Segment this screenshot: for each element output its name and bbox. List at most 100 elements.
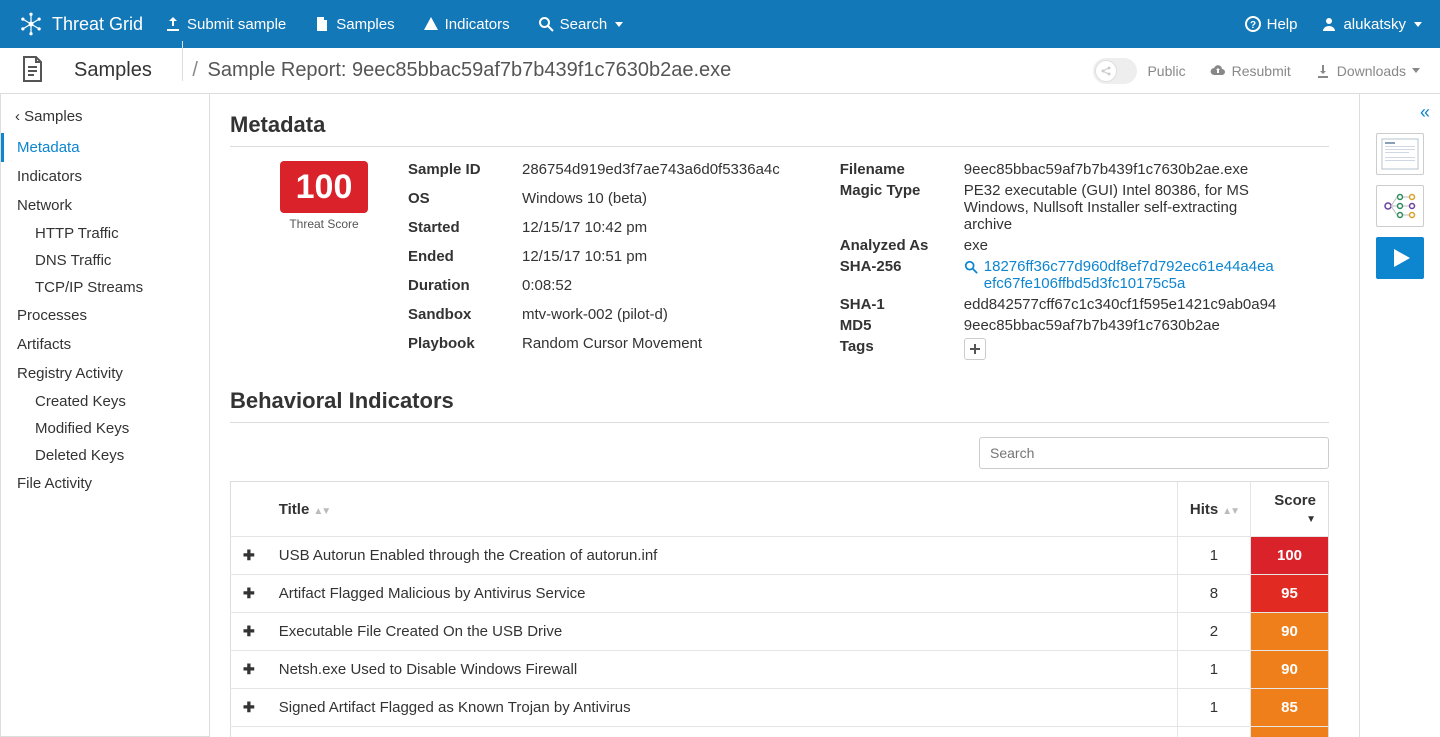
add-tag-button[interactable] — [964, 338, 986, 360]
row-hits: 1 — [1177, 689, 1250, 727]
metadata-col-right: Filename9eec85bbac59af7b7b439f1c7630b2ae… — [840, 161, 1280, 360]
share-icon — [1100, 65, 1112, 77]
thumb-procgraph[interactable] — [1376, 185, 1424, 227]
metadata-heading: Metadata — [230, 112, 1329, 138]
sidebar-sub-deleted[interactable]: Deleted Keys — [1, 442, 209, 469]
collapse-rail-button[interactable]: « — [1420, 102, 1430, 123]
col-score[interactable]: Score ▼ — [1251, 482, 1329, 537]
row-title: Artifact Flagged Malicious by Antivirus … — [267, 575, 1178, 613]
document-icon — [20, 55, 44, 86]
sidebar-item-label: Created Keys — [35, 393, 126, 410]
k-magic: Magic Type — [840, 182, 950, 233]
breadcrumb-path: Sample Report: 9eec85bbac59af7b7b439f1c7… — [208, 59, 732, 81]
row-title: A VBScript Invoked Run Method On Created… — [267, 727, 1178, 737]
k-tags: Tags — [840, 338, 950, 360]
row-score: 81 — [1251, 727, 1329, 737]
chevron-down-icon — [1414, 22, 1422, 27]
v-playbook: Random Cursor Movement — [522, 335, 780, 360]
table-row: ✚ Signed Artifact Flagged as Known Trojan… — [231, 689, 1329, 727]
row-hits: 1 — [1177, 727, 1250, 737]
expand-row-button[interactable]: ✚ — [243, 661, 255, 677]
downloads-button[interactable]: Downloads — [1315, 63, 1420, 79]
k-analyzed: Analyzed As — [840, 237, 950, 254]
k-md5: MD5 — [840, 317, 950, 334]
sidebar-sub-created[interactable]: Created Keys — [1, 388, 209, 415]
sort-icon: ▲▼ — [1222, 506, 1238, 517]
public-toggle[interactable] — [1093, 58, 1137, 84]
downloads-label: Downloads — [1337, 63, 1406, 79]
thumb-play[interactable] — [1376, 237, 1424, 279]
row-title: USB Autorun Enabled through the Creation… — [267, 537, 1178, 575]
breadcrumb-root[interactable]: Samples — [54, 41, 183, 81]
expand-row-button[interactable]: ✚ — [243, 623, 255, 639]
nav-help[interactable]: ? Help — [1245, 16, 1298, 33]
v-sha256[interactable]: 18276ff36c77d960df8ef7d792ec61e44a4eaefc… — [964, 258, 1280, 292]
sidebar-item-label: DNS Traffic — [35, 252, 111, 269]
row-hits: 1 — [1177, 651, 1250, 689]
sub-header: Samples / Sample Report: 9eec85bbac59af7… — [0, 48, 1440, 94]
v-sha1: edd842577cff67c1c340cf1f595e1421c9ab0a94 — [964, 296, 1280, 313]
nav-user[interactable]: alukatsky — [1321, 16, 1422, 33]
sidebar-sub-dns[interactable]: DNS Traffic — [1, 247, 209, 274]
sidebar-item-metadata[interactable]: Metadata — [1, 133, 209, 162]
v-filename: 9eec85bbac59af7b7b439f1c7630b2ae.exe — [964, 161, 1280, 178]
nav-indicators[interactable]: Indicators — [423, 16, 510, 33]
nav-indicators-label: Indicators — [445, 16, 510, 33]
sidebar-item-processes[interactable]: Processes — [1, 301, 209, 330]
row-score: 90 — [1251, 613, 1329, 651]
sidebar-item-label: Artifacts — [17, 336, 71, 353]
sidebar-item-indicators[interactable]: Indicators — [1, 162, 209, 191]
col-hits[interactable]: Hits▲▼ — [1177, 482, 1250, 537]
sidebar-item-label: Deleted Keys — [35, 447, 124, 464]
col-title[interactable]: Title▲▼ — [267, 482, 1178, 537]
k-sandbox: Sandbox — [408, 306, 508, 331]
row-hits: 2 — [1177, 613, 1250, 651]
sort-icon: ▲▼ — [313, 506, 329, 517]
row-title: Signed Artifact Flagged as Known Trojan … — [267, 689, 1178, 727]
v-duration: 0:08:52 — [522, 277, 780, 302]
k-sha1: SHA-1 — [840, 296, 950, 313]
sidebar-sub-http[interactable]: HTTP Traffic — [1, 220, 209, 247]
resubmit-button[interactable]: Resubmit — [1210, 63, 1291, 79]
download-icon — [1315, 63, 1331, 79]
sidebar-item-label: File Activity — [17, 475, 92, 492]
nav-submit-sample[interactable]: Submit sample — [165, 16, 286, 33]
sidebar-item-fileactivity[interactable]: File Activity — [1, 469, 209, 498]
threat-score-value: 100 — [280, 161, 368, 213]
brand[interactable]: Threat Grid — [18, 11, 143, 37]
v-ended: 12/15/17 10:51 pm — [522, 248, 780, 273]
nav-search[interactable]: Search — [538, 16, 624, 33]
thumb-report[interactable] — [1376, 133, 1424, 175]
toggle-knob — [1095, 60, 1117, 82]
k-duration: Duration — [408, 277, 508, 302]
sidebar-item-network[interactable]: Network — [1, 191, 209, 220]
table-row: ✚A VBScript Invoked Run Method On Create… — [231, 727, 1329, 737]
k-os: OS — [408, 190, 508, 215]
v-os: Windows 10 (beta) — [522, 190, 780, 215]
table-row: ✚Netsh.exe Used to Disable Windows Firew… — [231, 651, 1329, 689]
sort-desc-icon: ▼ — [1306, 514, 1316, 525]
v-magic: PE32 executable (GUI) Intel 80386, for M… — [964, 182, 1280, 233]
nav-links: Submit sample Samples Indicators Search — [165, 16, 623, 33]
sidebar-back[interactable]: ‹ Samples — [1, 100, 209, 133]
cloud-upload-icon — [1210, 63, 1226, 79]
sidebar-item-artifacts[interactable]: Artifacts — [1, 330, 209, 359]
expand-row-button[interactable]: ✚ — [243, 585, 255, 601]
upload-icon — [165, 16, 181, 32]
behavioral-table: Title▲▼ Hits▲▼ Score ▼ ✚ USB Autorun Enab… — [230, 481, 1329, 737]
v-md5: 9eec85bbac59af7b7b439f1c7630b2ae — [964, 317, 1280, 334]
expand-row-button[interactable]: ✚ — [243, 699, 255, 715]
row-score: 90 — [1251, 651, 1329, 689]
sidebar-item-registry[interactable]: Registry Activity — [1, 359, 209, 388]
nav-right: ? Help alukatsky — [1245, 16, 1422, 33]
behavioral-search-input[interactable] — [979, 437, 1329, 469]
help-icon: ? — [1245, 16, 1261, 32]
search-icon — [964, 260, 978, 278]
k-sample-id: Sample ID — [408, 161, 508, 186]
sidebar-sub-modified[interactable]: Modified Keys — [1, 415, 209, 442]
nav-samples[interactable]: Samples — [314, 16, 394, 33]
sidebar-sub-tcpip[interactable]: TCP/IP Streams — [1, 274, 209, 301]
main-content: Metadata 100 Threat Score Sample ID28675… — [210, 94, 1360, 737]
expand-row-button[interactable]: ✚ — [243, 547, 255, 563]
sidebar-item-label: Metadata — [17, 139, 80, 156]
